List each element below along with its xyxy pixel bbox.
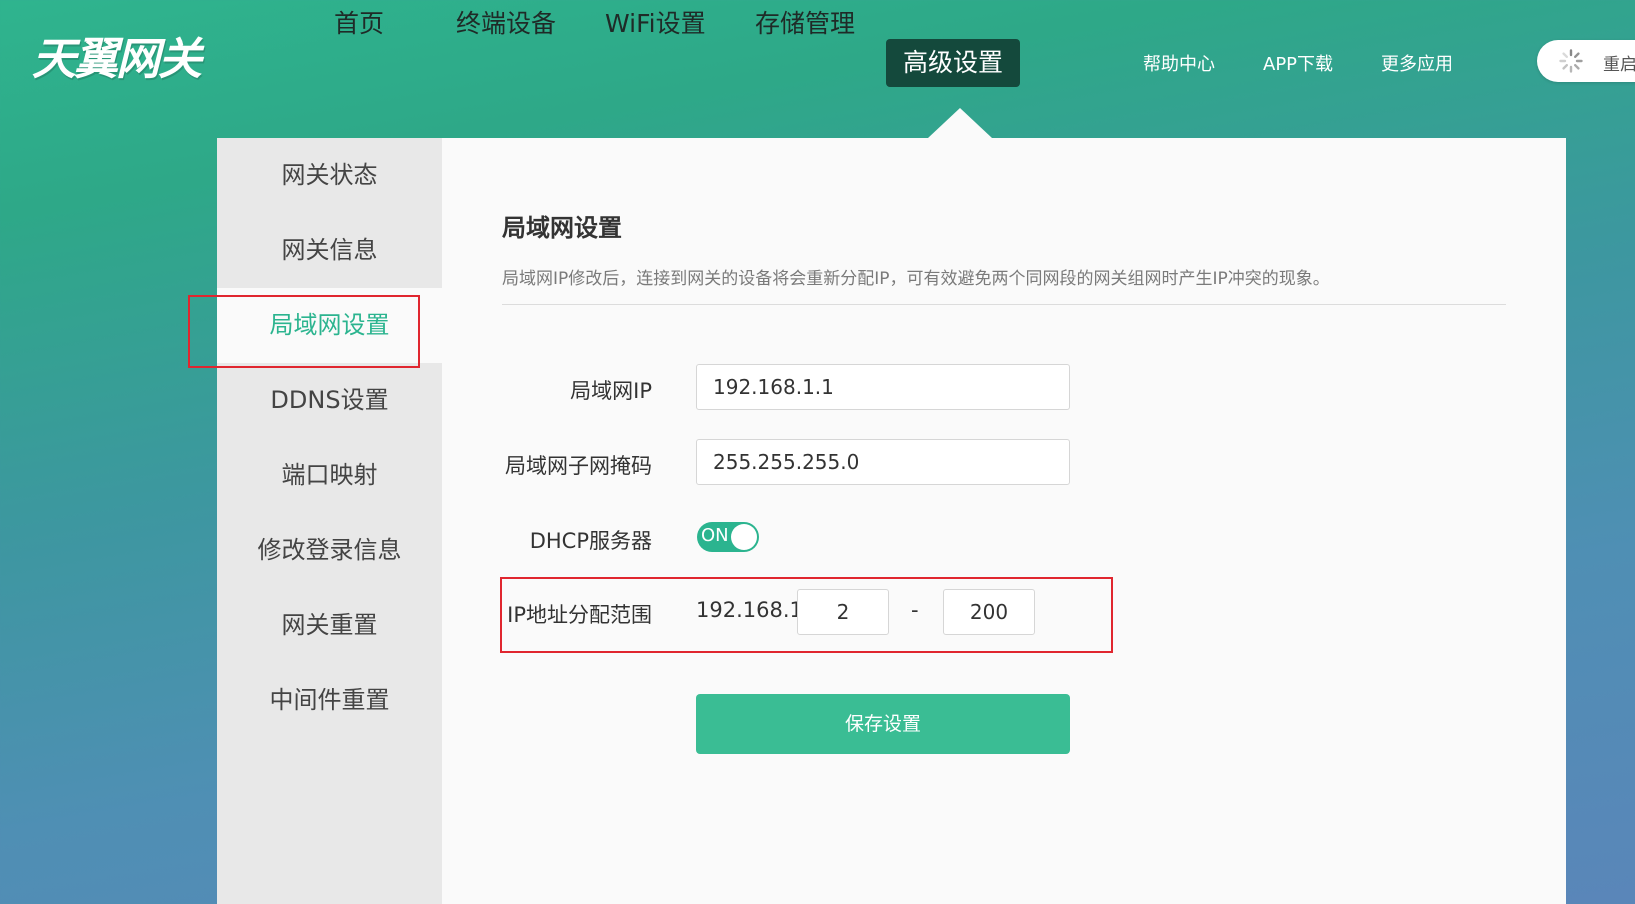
more-apps-link[interactable]: 更多应用 xyxy=(1381,50,1453,76)
reboot-button[interactable]: 重启 xyxy=(1537,40,1635,82)
sidebar-item-lan-settings[interactable]: 局域网设置 xyxy=(217,288,442,363)
lan-ip-label: 局域网IP xyxy=(570,379,652,403)
ip-range-prefix: 192.168.1. xyxy=(696,598,810,622)
sidebar-item-ddns[interactable]: DDNS设置 xyxy=(217,363,442,438)
dhcp-server-label: DHCP服务器 xyxy=(529,529,652,553)
ip-range-label: IP地址分配范围 xyxy=(507,603,652,627)
nav-advanced[interactable]: 高级设置 xyxy=(886,39,1020,87)
loading-spinner-icon xyxy=(1559,49,1583,73)
main-panel xyxy=(442,138,1566,904)
help-center-link[interactable]: 帮助中心 xyxy=(1143,50,1215,76)
section-divider xyxy=(502,304,1506,305)
ip-range-separator: - xyxy=(911,598,919,622)
nav-wifi[interactable]: WiFi设置 xyxy=(605,0,706,48)
active-nav-pointer xyxy=(928,108,992,138)
subnet-mask-input[interactable]: 255.255.255.0 xyxy=(696,439,1070,485)
save-settings-button[interactable]: 保存设置 xyxy=(696,694,1070,754)
nav-storage[interactable]: 存储管理 xyxy=(755,0,855,48)
section-description: 局域网IP修改后，连接到网关的设备将会重新分配IP，可有效避免两个同网段的网关组… xyxy=(502,269,1330,289)
ip-range-end-input[interactable]: 200 xyxy=(943,589,1035,635)
sidebar-item-middleware-reset[interactable]: 中间件重置 xyxy=(217,663,442,738)
subnet-mask-label: 局域网子网掩码 xyxy=(505,454,652,478)
reboot-label: 重启 xyxy=(1603,55,1635,75)
sidebar-item-gateway-reset[interactable]: 网关重置 xyxy=(217,588,442,663)
sidebar-item-gateway-info[interactable]: 网关信息 xyxy=(217,213,442,288)
logo: 天翼网关 xyxy=(32,34,202,85)
nav-devices[interactable]: 终端设备 xyxy=(456,0,556,48)
section-title: 局域网设置 xyxy=(502,214,622,242)
toggle-knob xyxy=(731,524,757,550)
app-download-link[interactable]: APP下载 xyxy=(1263,50,1333,76)
sidebar-item-port-mapping[interactable]: 端口映射 xyxy=(217,438,442,513)
nav-home[interactable]: 首页 xyxy=(334,0,384,48)
dhcp-toggle[interactable]: ON xyxy=(697,522,759,552)
lan-ip-input[interactable]: 192.168.1.1 xyxy=(696,364,1070,410)
sidebar-item-login-info[interactable]: 修改登录信息 xyxy=(217,513,442,588)
dhcp-toggle-state: ON xyxy=(701,525,729,546)
sidebar-item-gateway-status[interactable]: 网关状态 xyxy=(217,138,442,213)
ip-range-start-input[interactable]: 2 xyxy=(797,589,889,635)
